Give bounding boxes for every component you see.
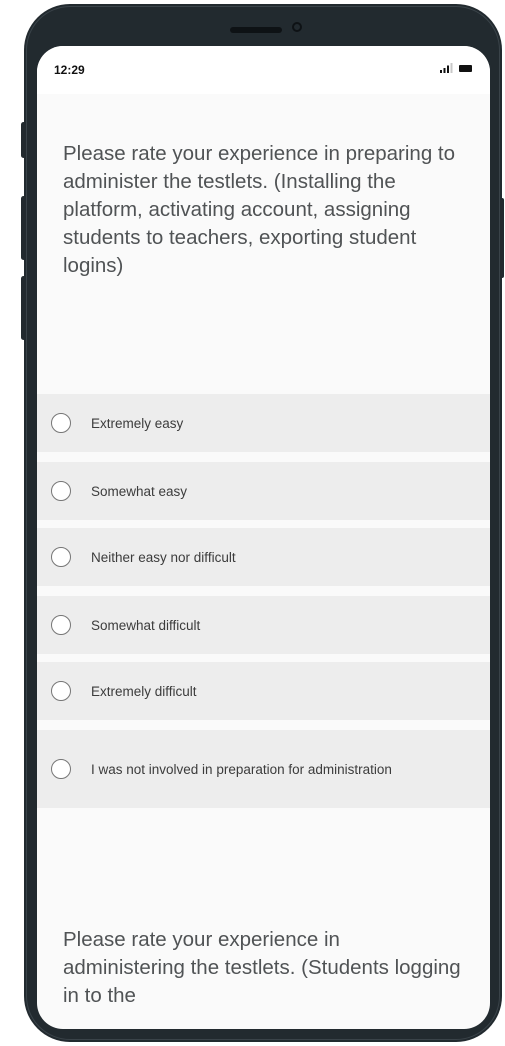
question-1-text: Please rate your experience in preparing… [63, 142, 456, 277]
radio-button[interactable] [51, 759, 71, 779]
status-time: 12:29 [54, 63, 85, 77]
radio-button[interactable] [51, 413, 71, 433]
question-2-text: Please rate your experience in administe… [63, 928, 461, 1007]
battery-icon [459, 65, 472, 72]
option-somewhat-easy[interactable]: Somewhat easy [37, 462, 490, 520]
radio-button[interactable] [51, 547, 71, 567]
phone-volume-up-button [21, 196, 26, 260]
phone-camera [292, 22, 302, 32]
phone-volume-down-button [21, 276, 26, 340]
signal-icon [440, 63, 453, 73]
option-extremely-easy[interactable]: Extremely easy [37, 394, 490, 452]
option-neither-easy-nor-difficult[interactable]: Neither easy nor difficult [37, 528, 490, 586]
phone-screen: 12:29 Please rate your experience in pre… [37, 46, 490, 1029]
radio-button[interactable] [51, 681, 71, 701]
phone-power-button [500, 198, 504, 278]
option-somewhat-difficult[interactable]: Somewhat difficult [37, 596, 490, 654]
option-extremely-difficult[interactable]: Extremely difficult [37, 662, 490, 720]
radio-button[interactable] [51, 615, 71, 635]
option-label: I was not involved in preparation for ad… [91, 761, 392, 777]
option-label: Somewhat difficult [91, 617, 201, 633]
option-label: Neither easy nor difficult [91, 549, 236, 565]
option-label: Extremely difficult [91, 683, 197, 699]
phone-speaker [230, 27, 282, 33]
phone-side-button [21, 122, 26, 158]
radio-button[interactable] [51, 481, 71, 501]
option-label: Extremely easy [91, 415, 184, 431]
option-label: Somewhat easy [91, 483, 188, 499]
status-bar: 12:29 [37, 46, 490, 94]
option-not-involved[interactable]: I was not involved in preparation for ad… [37, 730, 490, 808]
